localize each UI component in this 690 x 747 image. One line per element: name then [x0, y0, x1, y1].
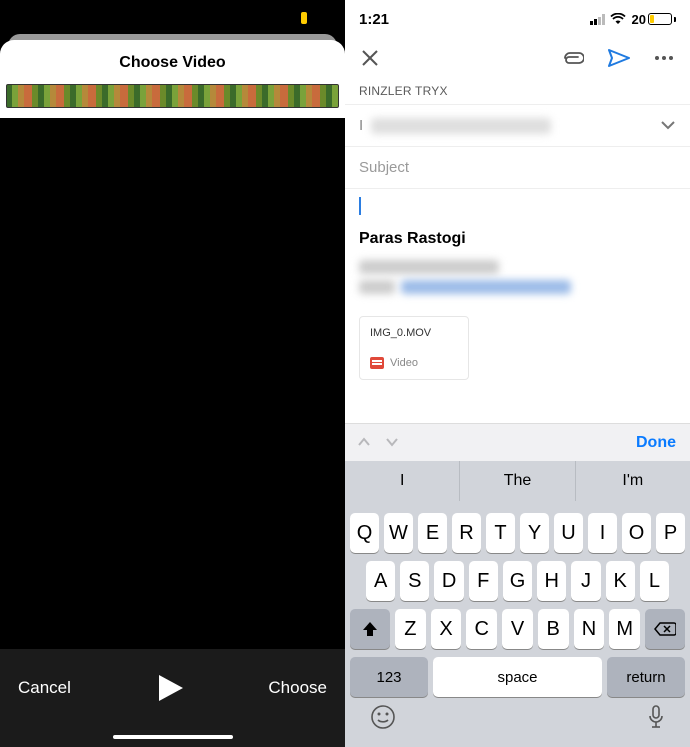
battery-icon: 20: [630, 12, 676, 27]
chevron-down-icon[interactable]: [660, 117, 676, 135]
key-t[interactable]: T: [486, 513, 515, 553]
microphone-icon: [647, 704, 665, 730]
space-key[interactable]: space: [433, 657, 602, 697]
attachment-button[interactable]: [560, 48, 586, 68]
video-picker-pane: Choose Video Cancel Choose: [0, 0, 345, 747]
signature-link-redacted: [359, 280, 676, 294]
suggestion-3[interactable]: I'm: [576, 461, 690, 501]
close-icon: [361, 49, 379, 67]
key-d[interactable]: D: [434, 561, 463, 601]
suggestion-1[interactable]: I: [345, 461, 460, 501]
key-a[interactable]: A: [366, 561, 395, 601]
send-icon: [608, 48, 630, 68]
key-r[interactable]: R: [452, 513, 481, 553]
compose-email-pane: 1:21 20: [345, 0, 690, 747]
to-value-redacted: [371, 118, 551, 134]
play-icon[interactable]: [155, 675, 185, 701]
prev-field-icon[interactable]: [357, 434, 371, 452]
key-o[interactable]: O: [622, 513, 651, 553]
status-bar: 1:21 20: [345, 0, 690, 38]
key-z[interactable]: Z: [395, 609, 426, 649]
subject-placeholder: Subject: [359, 159, 409, 176]
key-w[interactable]: W: [384, 513, 413, 553]
backspace-key[interactable]: [645, 609, 685, 649]
key-j[interactable]: J: [571, 561, 600, 601]
emoji-button[interactable]: [370, 704, 396, 735]
key-y[interactable]: Y: [520, 513, 549, 553]
shift-icon: [361, 620, 379, 638]
key-g[interactable]: G: [503, 561, 532, 601]
key-b[interactable]: B: [538, 609, 569, 649]
to-field[interactable]: I: [345, 104, 690, 146]
to-prefix: I: [359, 117, 363, 134]
key-n[interactable]: N: [574, 609, 605, 649]
choose-video-sheet: Choose Video: [0, 40, 345, 118]
send-button[interactable]: [606, 46, 632, 70]
numbers-key[interactable]: 123: [350, 657, 428, 697]
keyboard-row-4: 123 space return: [348, 657, 687, 697]
shift-key[interactable]: [350, 609, 390, 649]
from-account-label: RINZLER TRYX: [345, 78, 690, 104]
keyboard-row-3: Z X C V B N M: [348, 609, 687, 649]
sheet-title: Choose Video: [0, 40, 345, 82]
keyboard: Q W E R T Y U I O P A S D F G H J K L: [345, 501, 690, 747]
choose-button[interactable]: Choose: [268, 678, 327, 698]
text-caret: [359, 197, 361, 215]
attachment-type-label: Video: [390, 357, 418, 369]
keyboard-row-1: Q W E R T Y U I O P: [348, 513, 687, 553]
key-l[interactable]: L: [640, 561, 669, 601]
key-e[interactable]: E: [418, 513, 447, 553]
attachment-card[interactable]: IMG_0.MOV Video: [359, 316, 469, 380]
done-button[interactable]: Done: [634, 432, 678, 454]
key-h[interactable]: H: [537, 561, 566, 601]
backspace-icon: [654, 621, 676, 637]
suggestion-2[interactable]: The: [460, 461, 575, 501]
key-q[interactable]: Q: [350, 513, 379, 553]
signature-line-redacted: [359, 260, 499, 274]
video-file-icon: [370, 357, 384, 369]
status-time: 1:21: [359, 11, 389, 28]
home-indicator: [113, 735, 233, 739]
keyboard-accessory-bar: Done: [345, 423, 690, 461]
close-button[interactable]: [359, 47, 381, 69]
signature-name: Paras Rastogi: [345, 222, 690, 250]
more-icon: [654, 55, 674, 61]
video-picker-toolbar: Cancel Choose: [0, 649, 345, 747]
attachment-filename: IMG_0.MOV: [370, 327, 458, 339]
key-v[interactable]: V: [502, 609, 533, 649]
key-i[interactable]: I: [588, 513, 617, 553]
subject-field[interactable]: Subject: [345, 146, 690, 188]
paperclip-icon: [562, 50, 584, 66]
video-timeline-strip[interactable]: [4, 82, 341, 110]
key-f[interactable]: F: [469, 561, 498, 601]
next-field-icon[interactable]: [385, 434, 399, 452]
dictation-button[interactable]: [647, 704, 665, 735]
keyboard-suggestions: I The I'm: [345, 461, 690, 501]
keyboard-bottom-row: [348, 697, 687, 741]
more-button[interactable]: [652, 53, 676, 63]
cancel-button[interactable]: Cancel: [18, 678, 71, 698]
key-u[interactable]: U: [554, 513, 583, 553]
keyboard-row-2: A S D F G H J K L: [348, 561, 687, 601]
cellular-signal-icon: [590, 14, 606, 25]
key-p[interactable]: P: [656, 513, 685, 553]
wifi-icon: [610, 13, 626, 25]
key-c[interactable]: C: [466, 609, 497, 649]
key-m[interactable]: M: [609, 609, 640, 649]
emoji-icon: [370, 704, 396, 730]
return-key[interactable]: return: [607, 657, 685, 697]
key-x[interactable]: X: [431, 609, 462, 649]
key-k[interactable]: K: [606, 561, 635, 601]
compose-toolbar: [345, 38, 690, 78]
recording-indicator-icon: [301, 12, 307, 24]
body-field[interactable]: [345, 188, 690, 222]
key-s[interactable]: S: [400, 561, 429, 601]
